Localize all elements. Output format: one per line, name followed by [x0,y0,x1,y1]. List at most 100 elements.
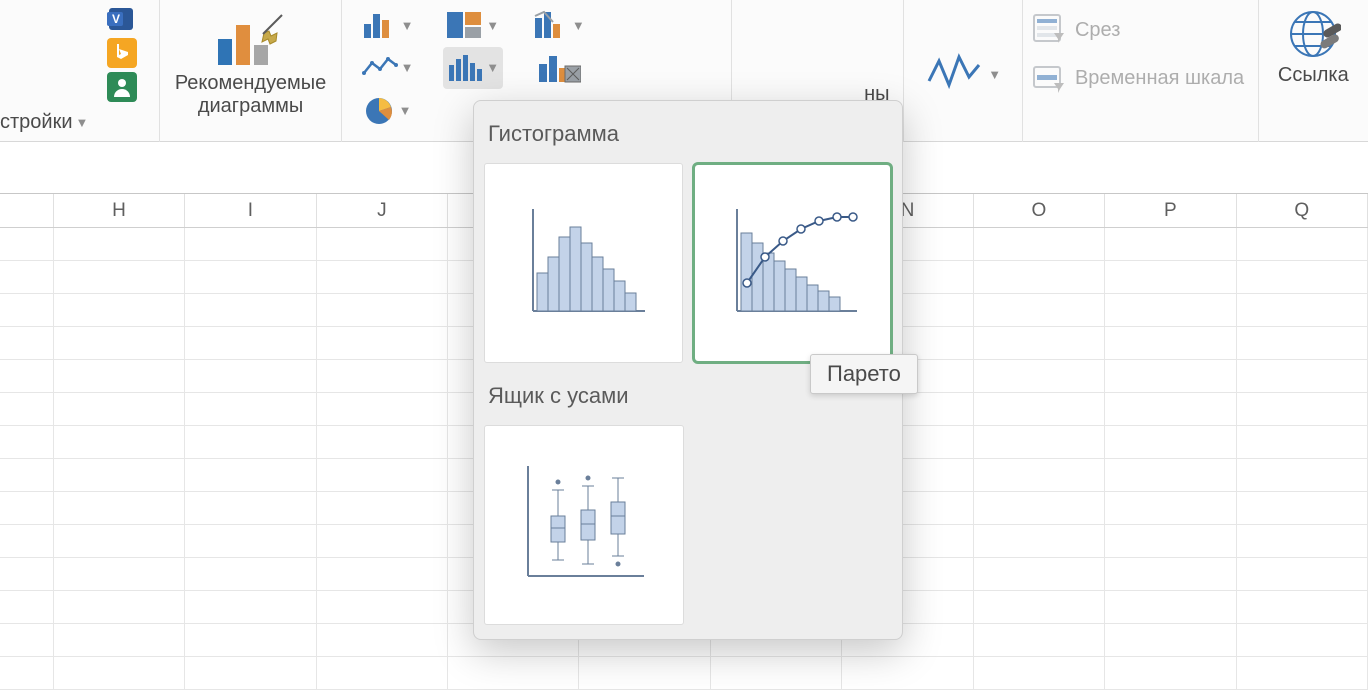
cell[interactable] [54,657,185,690]
cell[interactable] [0,558,54,591]
cell[interactable] [974,525,1105,558]
cell[interactable] [0,426,54,459]
column-chart-button[interactable]: ▼ [358,4,417,47]
cell[interactable] [0,294,54,327]
cell[interactable] [1237,657,1368,690]
cell[interactable] [974,657,1105,690]
cell[interactable] [317,624,448,657]
cell[interactable] [317,591,448,624]
hyperlink-button[interactable] [1285,6,1341,62]
cell[interactable] [1237,558,1368,591]
cell[interactable] [54,228,185,261]
cell[interactable] [317,294,448,327]
cell[interactable] [0,657,54,690]
cell[interactable] [1237,327,1368,360]
cell[interactable] [185,360,316,393]
cell[interactable] [54,525,185,558]
combo-chart-button[interactable] [529,47,588,90]
cell[interactable] [54,591,185,624]
col-header[interactable]: I [185,194,316,227]
cell[interactable] [185,261,316,294]
cell[interactable] [54,558,185,591]
hierarchy-chart-button[interactable]: ▼ [529,4,588,47]
cell[interactable] [1237,426,1368,459]
cell[interactable] [185,459,316,492]
cell[interactable] [1105,393,1236,426]
cell[interactable] [54,492,185,525]
histogram-chart-option[interactable] [484,163,683,363]
timeline-button[interactable]: Временная шкала [1031,54,1254,102]
cell[interactable] [0,228,54,261]
slicer-button[interactable]: Срез [1031,6,1254,54]
box-whisker-chart-option[interactable] [484,425,684,625]
cell[interactable] [317,360,448,393]
cell[interactable] [317,492,448,525]
cell[interactable] [579,657,710,690]
cell[interactable] [185,228,316,261]
cell[interactable] [317,393,448,426]
pie-chart-button[interactable]: ▼ [358,89,417,132]
cell[interactable] [54,327,185,360]
cell[interactable] [974,294,1105,327]
cell[interactable] [974,558,1105,591]
cell[interactable] [185,492,316,525]
cell[interactable] [448,657,579,690]
cell[interactable] [1105,459,1236,492]
cell[interactable] [1105,525,1236,558]
cell[interactable] [0,591,54,624]
cell[interactable] [317,426,448,459]
cell[interactable] [0,459,54,492]
line-chart-button[interactable]: ▼ [358,47,417,90]
cell[interactable] [1105,327,1236,360]
cell[interactable] [1105,294,1236,327]
cell[interactable] [1237,492,1368,525]
cell[interactable] [185,393,316,426]
cell[interactable] [54,360,185,393]
bing-addin-icon[interactable] [107,38,137,68]
cell[interactable] [1105,591,1236,624]
cell[interactable] [1237,525,1368,558]
cell[interactable] [54,294,185,327]
cell[interactable] [317,459,448,492]
cell[interactable] [842,657,973,690]
visio-addin-icon[interactable]: V [107,4,137,34]
cell[interactable] [185,327,316,360]
cell[interactable] [1105,261,1236,294]
treemap-chart-button[interactable]: ▼ [443,4,503,47]
cell[interactable] [1105,360,1236,393]
cell[interactable] [317,228,448,261]
people-graph-addin-icon[interactable] [107,72,137,102]
cell[interactable] [711,657,842,690]
cell[interactable] [317,657,448,690]
statistic-chart-button[interactable]: ▼ [443,47,503,90]
col-header[interactable]: O [974,194,1105,227]
cell[interactable] [1105,426,1236,459]
cell[interactable] [0,525,54,558]
cell[interactable] [974,360,1105,393]
cell[interactable] [0,360,54,393]
cell[interactable] [1237,228,1368,261]
cell[interactable] [1237,459,1368,492]
cell[interactable] [1105,657,1236,690]
cell[interactable] [974,459,1105,492]
cell[interactable] [1237,294,1368,327]
cell[interactable] [185,525,316,558]
cell[interactable] [185,624,316,657]
cell[interactable] [1105,228,1236,261]
cell[interactable] [317,525,448,558]
cell[interactable] [974,492,1105,525]
cell[interactable] [185,294,316,327]
cell[interactable] [1105,492,1236,525]
cell[interactable] [54,393,185,426]
cell[interactable] [0,327,54,360]
pareto-chart-option[interactable] [693,163,892,363]
cell[interactable] [0,624,54,657]
sparklines-button[interactable]: ▼ [925,6,1001,142]
cell[interactable] [974,591,1105,624]
cell[interactable] [54,624,185,657]
cell[interactable] [1237,393,1368,426]
cell[interactable] [974,426,1105,459]
cell[interactable] [1237,591,1368,624]
col-header[interactable]: Q [1237,194,1368,227]
cell[interactable] [317,261,448,294]
